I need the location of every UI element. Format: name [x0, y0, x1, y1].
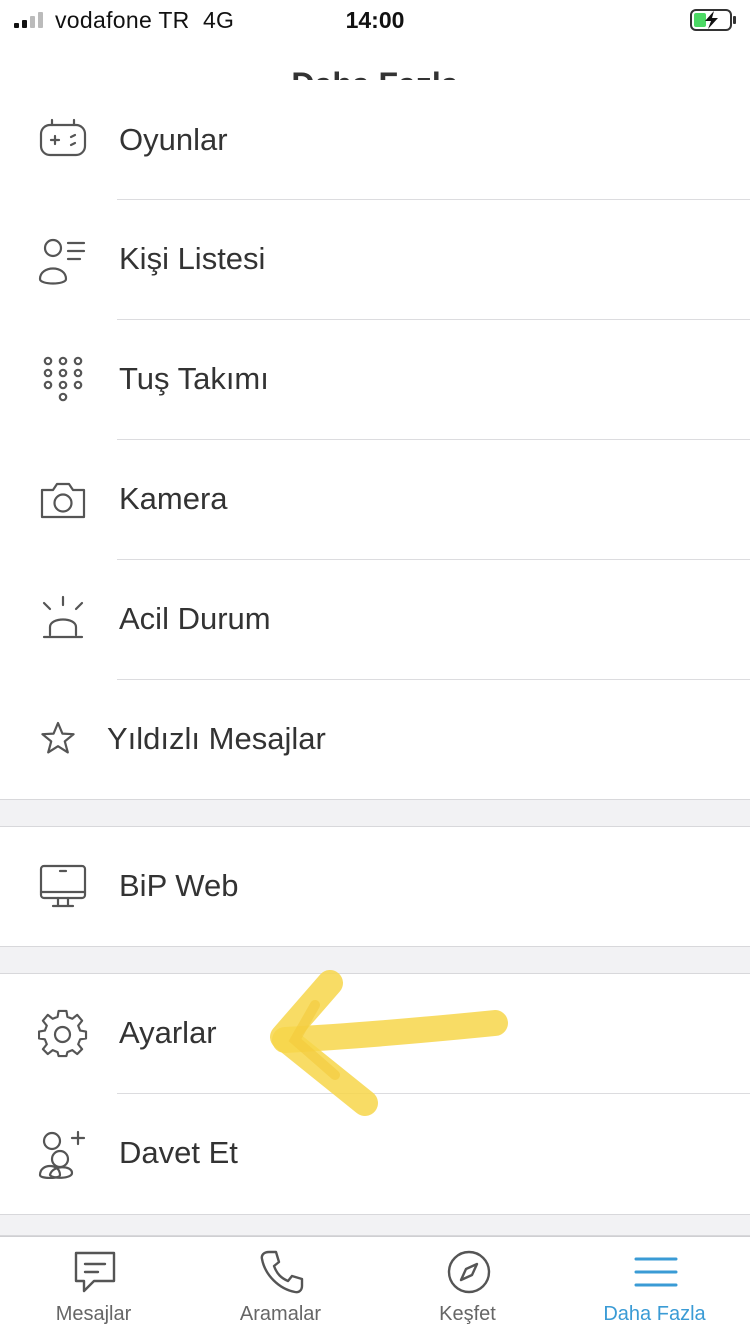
tab-aramalar[interactable]: Aramalar [187, 1237, 374, 1334]
menu-item-oyunlar[interactable]: Oyunlar [0, 80, 750, 200]
phone-icon [260, 1250, 304, 1294]
tab-label: Aramalar [239, 1303, 322, 1325]
menu-item-tus-takimi[interactable]: Tuş Takımı [0, 320, 750, 440]
tab-label: Keşfet [439, 1303, 496, 1325]
menu-icon [634, 1257, 678, 1287]
camera-icon [40, 482, 86, 519]
menu-item-yildizli-mesajlar[interactable]: Yıldızlı Mesajlar [0, 680, 750, 800]
battery-charging-icon [690, 9, 736, 31]
gear-icon [38, 1009, 88, 1058]
menu-item-acil-durum[interactable]: Acil Durum [0, 560, 750, 680]
gamepad-icon [39, 118, 87, 157]
tab-label: Daha Fazla [603, 1303, 706, 1325]
network-type: 4G [202, 7, 235, 33]
section-separator [0, 1214, 750, 1236]
menu-item-label: Kamera [119, 481, 228, 516]
status-bar: vodafone TR 4G 14:00 [0, 0, 750, 40]
menu-item-label: Tuş Takımı [119, 361, 269, 396]
menu-item-kamera[interactable]: Kamera [0, 440, 750, 560]
invite-user-icon [38, 1130, 86, 1179]
bottom-tab-bar: Mesajlar Aramalar Keşfet Daha Fazla [0, 1236, 750, 1334]
menu-item-ayarlar[interactable]: Ayarlar [0, 974, 750, 1094]
star-icon [41, 721, 75, 754]
message-icon [74, 1251, 116, 1293]
menu-item-davet-et[interactable]: Davet Et [0, 1094, 750, 1214]
monitor-icon [39, 864, 87, 908]
carrier-label: vodafone TR 4G [55, 7, 234, 34]
tab-kesfet[interactable]: Keşfet [374, 1237, 561, 1334]
menu-item-label: Ayarlar [119, 1015, 217, 1050]
menu-item-label: Kişi Listesi [119, 241, 266, 276]
section-separator [0, 946, 750, 974]
keypad-icon [43, 356, 83, 402]
tab-daha-fazla[interactable]: Daha Fazla [561, 1237, 748, 1334]
menu-item-label: Davet Et [119, 1135, 238, 1170]
menu-item-kisi-listesi[interactable]: Kişi Listesi [0, 200, 750, 320]
compass-icon [447, 1250, 491, 1294]
section-separator [0, 799, 750, 827]
signal-strength-icon [14, 12, 43, 28]
menu-item-label: Yıldızlı Mesajlar [107, 721, 326, 756]
contact-list-icon [38, 238, 86, 285]
menu-item-label: Oyunlar [119, 122, 228, 157]
menu-item-bip-web[interactable]: BiP Web [0, 827, 750, 947]
tab-label: Mesajlar [55, 1303, 132, 1325]
menu-item-label: BiP Web [119, 868, 239, 903]
siren-icon [42, 595, 84, 639]
menu-item-label: Acil Durum [119, 601, 271, 636]
tab-mesajlar[interactable]: Mesajlar [0, 1237, 187, 1334]
carrier-name: vodafone TR [55, 7, 190, 33]
